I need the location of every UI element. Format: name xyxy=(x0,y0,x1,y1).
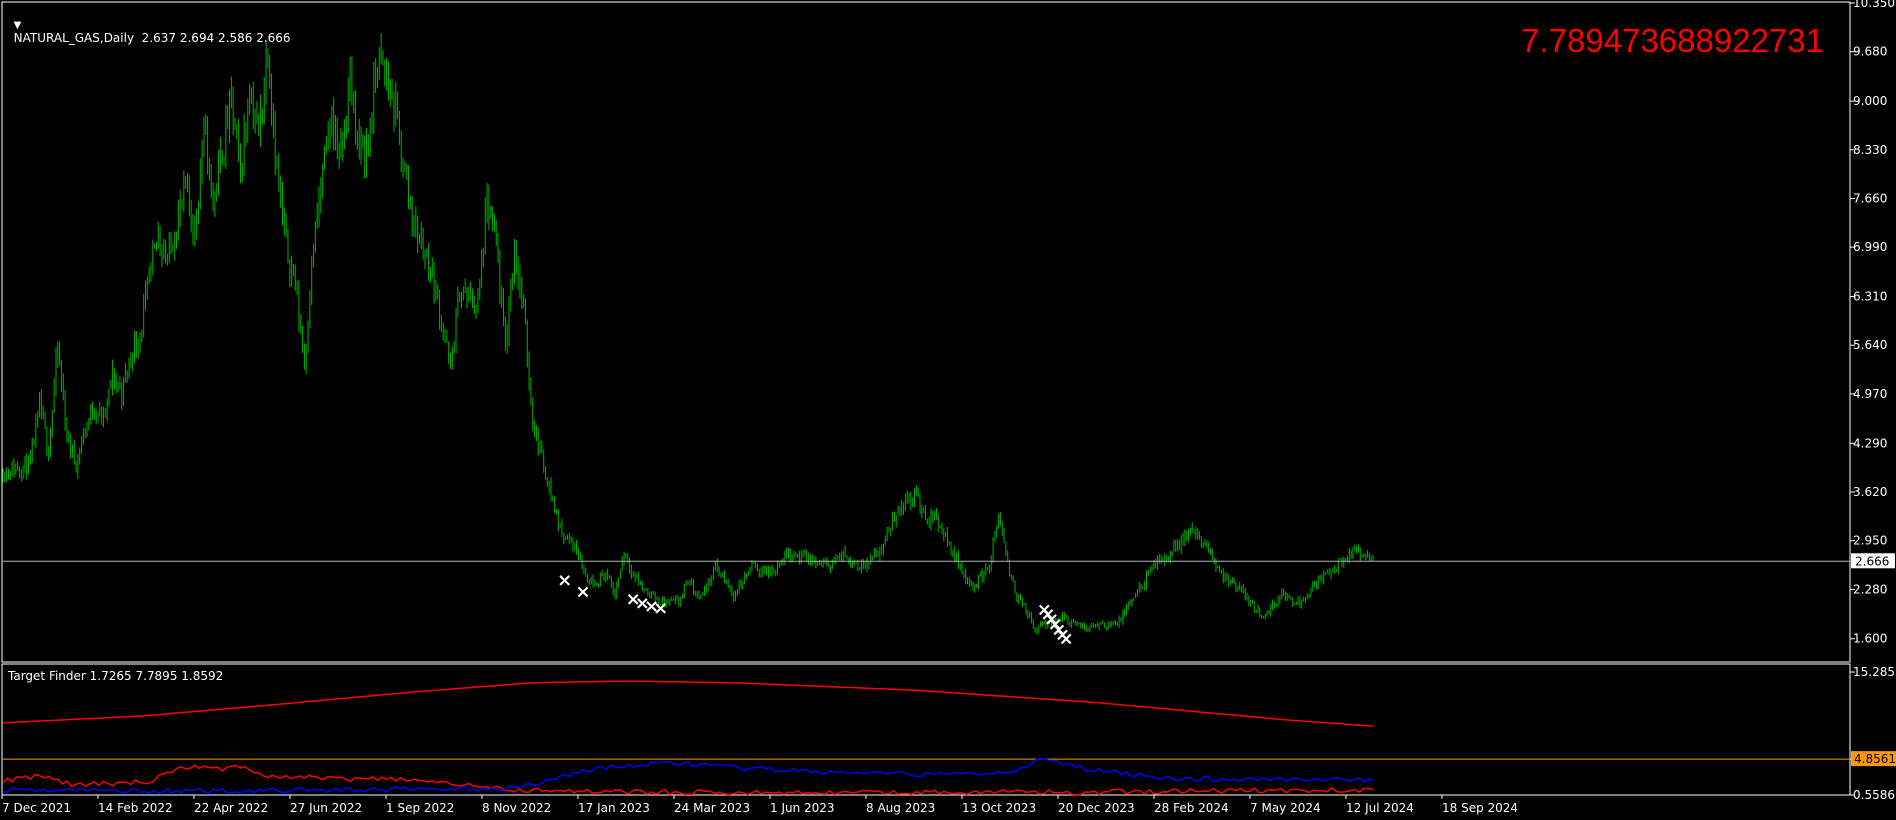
y-tick-label: 6.310 xyxy=(1853,290,1887,304)
series-line-blue xyxy=(2,758,1374,795)
x-tick-label: 13 Oct 2023 xyxy=(962,801,1036,815)
signal-marker: × xyxy=(1059,629,1074,650)
y-tick-label: 2.280 xyxy=(1853,582,1887,596)
main-panel-frame xyxy=(1,1,1851,663)
x-tick-label: 12 Jul 2024 xyxy=(1346,801,1414,815)
x-tick-label: 24 Mar 2023 xyxy=(674,801,750,815)
sub-y-tick-label: 0.5586 xyxy=(1853,788,1895,802)
panel-frames xyxy=(1,1,1851,796)
x-tick-label: 20 Dec 2023 xyxy=(1058,801,1135,815)
y-tick-label: 4.290 xyxy=(1853,436,1887,450)
price-bars xyxy=(2,33,1374,635)
x-tick-label: 1 Sep 2022 xyxy=(386,801,454,815)
overlay-value: 7.789473688922731 xyxy=(1521,22,1824,59)
target-finder-lines xyxy=(2,680,1850,796)
x-tick-label: 28 Feb 2024 xyxy=(1154,801,1229,815)
level-label: 4.8561 xyxy=(1854,752,1896,766)
x-tick-label: 14 Feb 2022 xyxy=(98,801,173,815)
y-tick-label: 5.640 xyxy=(1853,338,1887,352)
sub-panel-frame xyxy=(1,663,1851,796)
y-tick-label: 4.970 xyxy=(1853,387,1887,401)
x-tick-label: 7 May 2024 xyxy=(1250,801,1321,815)
x-tick-label: 1 Jun 2023 xyxy=(770,801,835,815)
x-tick-label: 8 Aug 2023 xyxy=(866,801,935,815)
y-tick-label: 7.660 xyxy=(1853,191,1887,205)
series-line-red xyxy=(2,764,1374,796)
chart-canvas: ×× ×××× ××××××× 10.3509.6809.0008.3307.660… xyxy=(1,0,1896,815)
y-tick-label: 3.620 xyxy=(1853,485,1887,499)
symbol-header-text: NATURAL_GAS,Daily 2.637 2.694 2.586 2.66… xyxy=(13,31,291,45)
x-tick-label: 7 Dec 2021 xyxy=(2,801,71,815)
indicator-title: Target Finder 1.7265 7.7895 1.8592 xyxy=(8,669,224,683)
symbol-header[interactable]: ▼ NATURAL_GAS,Daily 2.637 2.694 2.586 2.… xyxy=(6,3,291,45)
signal-marker: × xyxy=(653,598,668,619)
x-tick-label: 17 Jan 2023 xyxy=(578,801,650,815)
y-tick-label: 8.330 xyxy=(1853,143,1887,157)
y-tick-label: 1.600 xyxy=(1853,632,1887,646)
current-price-label: 2.666 xyxy=(1855,554,1889,568)
y-tick-label: 9.680 xyxy=(1853,45,1887,59)
header-dropdown-icon[interactable]: ▼ xyxy=(14,20,22,31)
x-tick-label: 18 Sep 2024 xyxy=(1442,801,1518,815)
y-tick-label: 2.950 xyxy=(1853,534,1887,548)
x-tick-label: 8 Nov 2022 xyxy=(482,801,551,815)
series-line-red xyxy=(2,680,1374,727)
signal-marker: × xyxy=(575,582,590,603)
signal-marker: × xyxy=(557,570,572,591)
y-tick-label: 9.000 xyxy=(1853,94,1887,108)
y-tick-label: 10.350 xyxy=(1853,0,1895,10)
x-tick-label: 22 Apr 2022 xyxy=(194,801,268,815)
y-tick-label: 6.990 xyxy=(1853,240,1887,254)
x-tick-label: 27 Jun 2022 xyxy=(290,801,362,815)
sub-y-tick-label: 15.2857 xyxy=(1853,665,1896,679)
